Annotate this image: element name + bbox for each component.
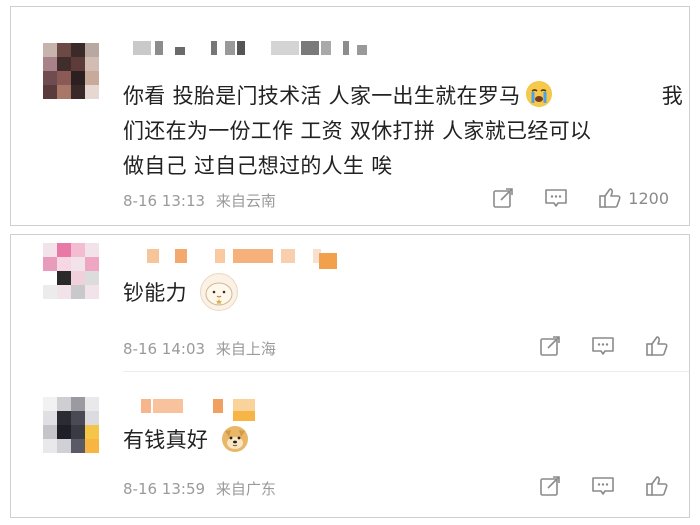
comment-line-2: 们还在为一份工作 工资 双休打拼 人家就已经可以 (123, 119, 592, 143)
comment-actions (509, 475, 669, 497)
comment-button[interactable] (591, 335, 615, 357)
comment-card-2: 钞能力 8-16 14:03 来自上海 有钱真好 8-16 13:59 来自广东 (10, 234, 690, 518)
like-button[interactable] (645, 335, 669, 357)
like-count: 1200 (628, 188, 669, 208)
like-icon (645, 475, 669, 497)
comment-card-1: 你看 投胎是门技术活 人家一出生就在罗马 我 们还在为一份工作 工资 双休打拼 … (10, 6, 690, 226)
divider (123, 371, 689, 372)
like-button[interactable] (645, 475, 669, 497)
comment-text-content: 钞能力 (123, 281, 187, 305)
comment-text: 有钱真好 (123, 423, 249, 458)
comment-text: 你看 投胎是门技术活 人家一出生就在罗马 我 们还在为一份工作 工资 双休打拼 … (123, 79, 683, 184)
timestamp: 8-16 13:13 (123, 192, 206, 210)
share-button[interactable] (539, 475, 561, 497)
comment-line-1-tail: 我 (661, 84, 683, 108)
share-button[interactable] (539, 335, 561, 357)
comment-actions (509, 335, 669, 357)
comment-text: 钞能力 (123, 273, 238, 311)
crying-face-icon (526, 81, 553, 107)
comment-button[interactable] (544, 187, 568, 209)
share-icon (539, 335, 561, 357)
like-icon (598, 187, 622, 209)
username-pixelated[interactable] (133, 41, 383, 59)
comment-line-3: 做自己 过自己想过的人生 唉 (123, 154, 393, 178)
comment-meta: 8-16 13:13 来自云南 (123, 190, 276, 211)
location: 来自广东 (215, 480, 276, 498)
share-button[interactable] (492, 187, 514, 209)
cute-sticker-icon (199, 273, 238, 311)
username-pixelated[interactable] (133, 399, 273, 421)
share-icon (539, 475, 561, 497)
avatar-pixelated[interactable] (43, 397, 99, 453)
avatar-pixelated[interactable] (43, 43, 99, 99)
location: 来自上海 (215, 340, 276, 358)
comment-actions: 1200 (462, 187, 669, 209)
avatar-pixelated[interactable] (43, 243, 99, 299)
comment-icon (591, 335, 615, 357)
doge-icon (221, 425, 249, 453)
comment-icon (591, 475, 615, 497)
comment-meta: 8-16 13:59 来自广东 (123, 478, 276, 499)
location: 来自云南 (215, 192, 276, 210)
username-pixelated[interactable] (133, 249, 353, 269)
timestamp: 8-16 13:59 (123, 480, 206, 498)
like-button[interactable]: 1200 (598, 187, 669, 209)
comment-line-1: 你看 投胎是门技术活 人家一出生就在罗马 (123, 84, 521, 108)
comment-button[interactable] (591, 475, 615, 497)
like-icon (645, 335, 669, 357)
comment-icon (544, 187, 568, 209)
comment-text-content: 有钱真好 (123, 428, 209, 452)
share-icon (492, 187, 514, 209)
timestamp: 8-16 14:03 (123, 340, 206, 358)
comment-meta: 8-16 14:03 来自上海 (123, 338, 276, 359)
